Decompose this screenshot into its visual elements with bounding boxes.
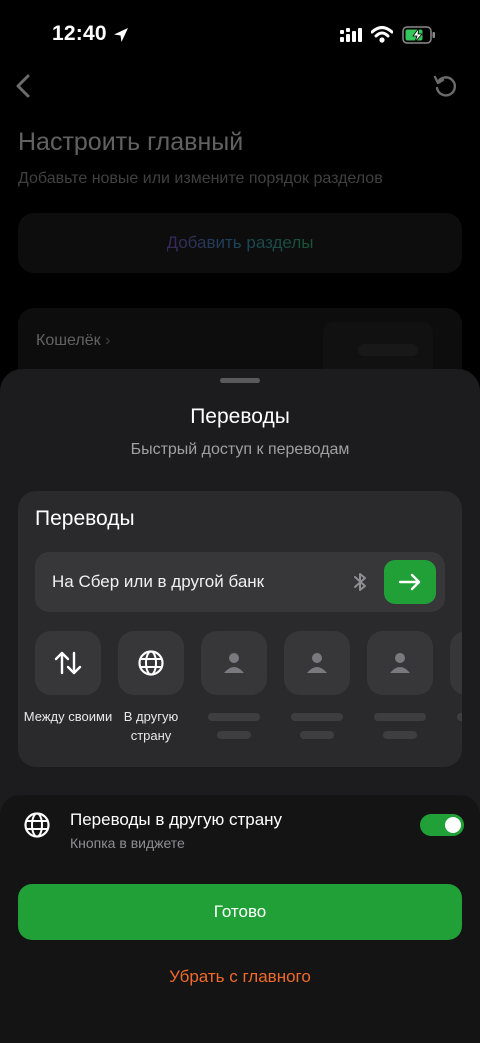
quick-item-contact[interactable] <box>284 631 350 739</box>
page-title: Настроить главный <box>18 128 244 156</box>
globe-icon <box>24 812 50 838</box>
placeholder-bar <box>291 713 343 721</box>
widget-preview: Переводы На Сбер или в другой банк Между… <box>18 491 462 767</box>
placeholder-bar <box>383 731 417 739</box>
sheet-title: Переводы <box>190 405 290 428</box>
add-sections-label: Добавить разделы <box>166 233 314 252</box>
sheet-subtitle: Быстрый доступ к переводам <box>130 441 350 458</box>
quick-item-contact[interactable] <box>450 631 462 721</box>
bluetooth-icon <box>354 573 366 591</box>
quick-item-icon-box <box>367 631 433 695</box>
toggle-knob <box>445 817 461 833</box>
wallet-label: Кошелёк › <box>36 332 111 349</box>
globe-icon <box>138 650 164 676</box>
wallet-chevron: › <box>105 332 111 349</box>
quick-item-label: В другую страну <box>123 709 179 743</box>
quick-item-abroad[interactable]: В другую страну <box>118 631 184 745</box>
placeholder-bar <box>457 713 462 721</box>
transfer-go-button[interactable] <box>384 560 436 604</box>
quick-item-icon-box <box>201 631 267 695</box>
person-icon <box>307 653 327 673</box>
remove-from-main-button[interactable]: Убрать с главного <box>0 967 480 987</box>
quick-item-between-own[interactable]: Между своими <box>24 631 112 726</box>
bottom-sheet: Переводы Быстрый доступ к переводам Пере… <box>0 369 480 1043</box>
transfer-row[interactable]: На Сбер или в другой банк <box>35 552 445 612</box>
quick-item-icon-box <box>450 631 462 695</box>
placeholder-bar <box>374 713 426 721</box>
placeholder-bar <box>217 731 251 739</box>
quick-item-contact[interactable] <box>367 631 433 739</box>
reset-icon[interactable] <box>432 73 458 99</box>
quick-item-label: Между своими <box>23 709 113 724</box>
person-icon <box>390 653 410 673</box>
setting-subtitle: Кнопка в виджете <box>70 835 185 851</box>
arrow-right-icon <box>398 573 421 591</box>
setting-toggle[interactable] <box>420 814 464 836</box>
back-chevron-icon[interactable] <box>12 72 36 100</box>
widget-setting-panel: Переводы в другую страну Кнопка в виджет… <box>0 795 480 1043</box>
quick-item-icon-box <box>118 631 184 695</box>
sheet-handle[interactable] <box>220 378 260 383</box>
quick-item-icon-box <box>284 631 350 695</box>
widget-title: Переводы <box>35 507 135 530</box>
placeholder-bar <box>208 713 260 721</box>
arrows-up-down-icon <box>54 651 82 675</box>
setting-title: Переводы в другую страну <box>70 810 283 829</box>
transfer-label: На Сбер или в другой банк <box>52 572 265 591</box>
quick-item-icon-box <box>35 631 101 695</box>
placeholder-bar <box>300 731 334 739</box>
quick-item-contact[interactable] <box>201 631 267 739</box>
add-sections-button[interactable]: Добавить разделы <box>18 213 462 273</box>
page-subtitle: Добавьте новые или измените порядок разд… <box>18 170 383 187</box>
done-button[interactable]: Готово <box>18 884 462 940</box>
person-icon <box>224 653 244 673</box>
